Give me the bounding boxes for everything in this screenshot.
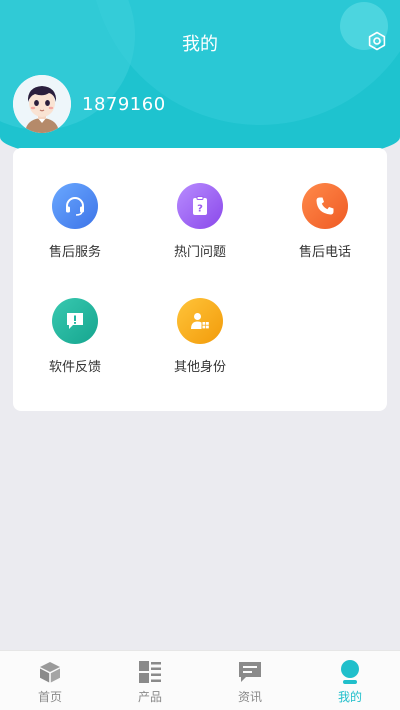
bottom-tab-bar: 首页 产品 资讯 我的 [0,650,400,710]
tab-mine[interactable]: 我的 [300,651,400,710]
headset-icon [52,183,98,229]
service-label: 其他身份 [173,360,226,375]
cube-icon [37,659,63,685]
phone-icon [302,183,348,229]
user-id: 1879160 [82,94,166,115]
tab-label: 首页 [37,690,62,704]
tab-label: 资讯 [237,690,262,704]
profile-header: 我的 1879160 [0,0,400,165]
service-label: 售后电话 [298,245,351,260]
news-message-icon [237,659,263,685]
avatar[interactable] [13,75,71,133]
service-label: 软件反馈 [48,360,101,375]
tab-label: 产品 [137,690,162,704]
identity-icon [177,298,223,344]
service-identity[interactable]: 其他身份 [138,298,262,375]
service-phone[interactable]: 售后电话 [263,183,387,260]
tab-label: 我的 [337,690,362,704]
feedback-message-icon [52,298,98,344]
service-grid: 售后服务 ? 热门问题 售后电话 软件反馈 其他身份 [13,148,387,411]
service-feedback[interactable]: 软件反馈 [13,298,137,375]
tab-products[interactable]: 产品 [100,651,200,710]
service-after-sales[interactable]: 售后服务 [13,183,137,260]
page-title: 我的 [182,34,218,55]
service-hot-questions[interactable]: ? 热门问题 [138,183,262,260]
settings-icon[interactable] [366,30,388,52]
person-icon [337,659,363,685]
question-clipboard-icon: ? [177,183,223,229]
service-label: 热门问题 [173,245,226,260]
tab-news[interactable]: 资讯 [200,651,300,710]
tab-home[interactable]: 首页 [0,651,100,710]
product-list-icon [137,659,163,685]
service-label: 售后服务 [48,245,101,260]
svg-text:?: ? [197,204,203,215]
